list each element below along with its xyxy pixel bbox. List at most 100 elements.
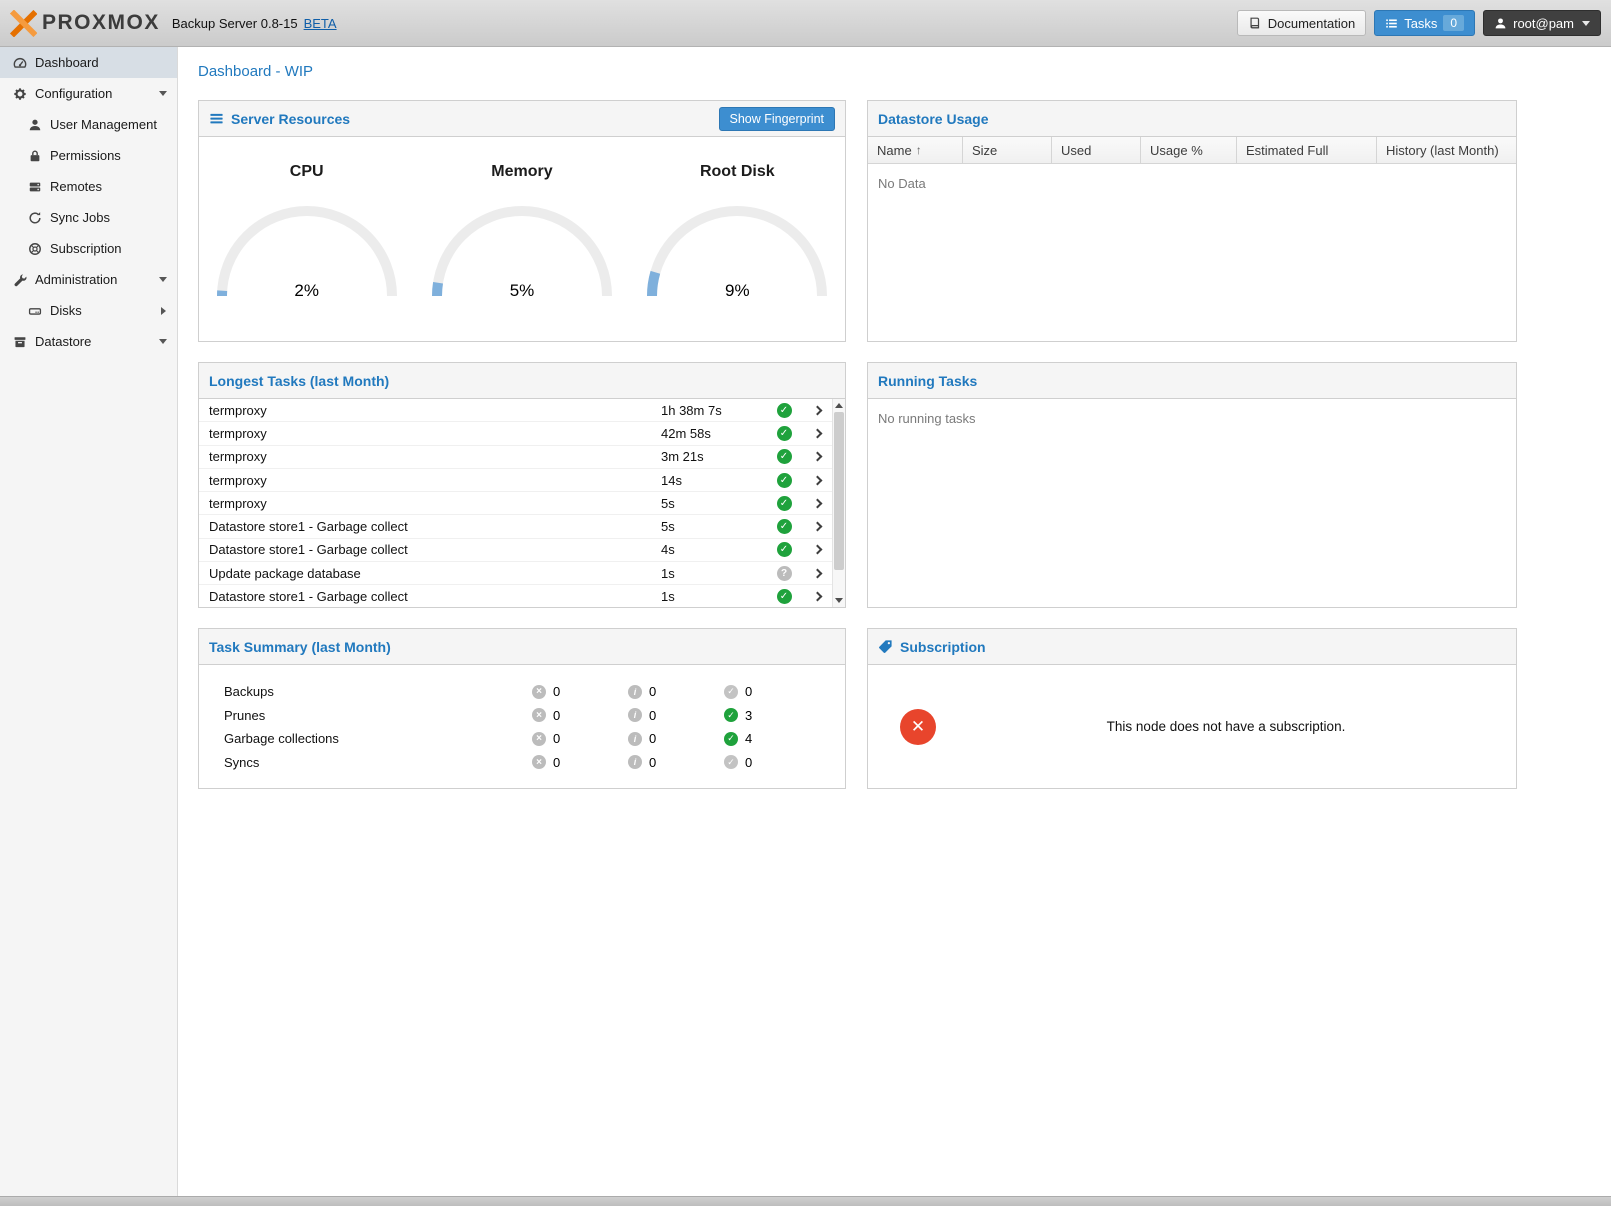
main-content: Dashboard - WIP Server Resources Show Fi… (178, 47, 1611, 1196)
task-name: Datastore store1 - Garbage collect (199, 519, 661, 534)
column-header-name[interactable]: Name ↑ (868, 137, 963, 163)
column-header-history[interactable]: History (last Month) (1377, 137, 1516, 163)
ok-count: 0 (745, 755, 752, 770)
task-name: termproxy (199, 426, 661, 441)
task-row[interactable]: termproxy1h 38m 7s✓ (199, 399, 832, 422)
no-running-tasks-text: No running tasks (868, 399, 1516, 438)
sidebar-item-label: User Management (50, 117, 157, 132)
chevron-right-icon[interactable] (802, 523, 832, 530)
summary-label: Backups (199, 684, 532, 699)
user-menu-button[interactable]: root@pam (1483, 10, 1601, 36)
chevron-right-icon[interactable] (802, 570, 832, 577)
task-name: termproxy (199, 449, 661, 464)
show-fingerprint-button[interactable]: Show Fingerprint (719, 107, 836, 131)
chevron-right-icon (161, 307, 166, 315)
column-header-used[interactable]: Used (1052, 137, 1141, 163)
chevron-down-icon (1582, 21, 1590, 26)
task-duration: 3m 21s (661, 449, 766, 464)
product-version: Backup Server 0.8-15 (172, 16, 298, 31)
ok-count: 0 (745, 684, 752, 699)
chevron-right-icon[interactable] (802, 593, 832, 600)
scroll-down-button[interactable] (833, 594, 845, 607)
warning-icon: i (628, 732, 642, 746)
sidebar-item-configuration[interactable]: Configuration (0, 78, 177, 109)
task-duration: 4s (661, 542, 766, 557)
brand-text: PROXMOX (42, 11, 160, 35)
book-icon (1248, 16, 1262, 30)
panel-title: Server Resources (231, 111, 350, 127)
sidebar-item-permissions[interactable]: Permissions (0, 140, 177, 171)
sidebar-item-label: Remotes (50, 179, 102, 194)
sidebar-item-remotes[interactable]: Remotes (0, 171, 177, 202)
refresh-icon (27, 210, 43, 226)
sidebar-item-dashboard[interactable]: Dashboard (0, 47, 177, 78)
task-duration: 1s (661, 566, 766, 581)
gear-icon (12, 86, 28, 102)
tasks-label: Tasks (1404, 16, 1437, 31)
panel-title: Longest Tasks (last Month) (209, 373, 389, 389)
task-row[interactable]: termproxy3m 21s✓ (199, 446, 832, 469)
task-row[interactable]: Datastore store1 - Garbage collect4s✓ (199, 539, 832, 562)
chevron-right-icon[interactable] (802, 453, 832, 460)
task-row[interactable]: Datastore store1 - Garbage collect1s✓ (199, 585, 832, 607)
ok-icon: ✓ (724, 732, 738, 746)
sidebar-item-datastore[interactable]: Datastore (0, 326, 177, 357)
chevron-right-icon[interactable] (802, 407, 832, 414)
chevron-right-icon[interactable] (802, 477, 832, 484)
task-row[interactable]: Datastore store1 - Garbage collect5s✓ (199, 515, 832, 538)
gauge-root-disk: Root Disk9% (644, 163, 830, 301)
task-row[interactable]: termproxy5s✓ (199, 492, 832, 515)
chevron-right-icon[interactable] (802, 546, 832, 553)
panel-title: Running Tasks (878, 373, 977, 389)
column-header-size[interactable]: Size (963, 137, 1052, 163)
window-bottom-edge (0, 1196, 1611, 1206)
documentation-button[interactable]: Documentation (1237, 10, 1366, 36)
ok-count: 3 (745, 708, 752, 723)
sidebar-item-sync-jobs[interactable]: Sync Jobs (0, 202, 177, 233)
user-icon (27, 117, 43, 133)
task-duration: 14s (661, 473, 766, 488)
sidebar-item-user-management[interactable]: User Management (0, 109, 177, 140)
wrench-icon (12, 272, 28, 288)
sidebar-item-administration[interactable]: Administration (0, 264, 177, 295)
task-name: Datastore store1 - Garbage collect (199, 542, 661, 557)
sidebar-item-subscription[interactable]: Subscription (0, 233, 177, 264)
task-duration: 1s (661, 589, 766, 604)
task-row[interactable]: Update package database1s? (199, 562, 832, 585)
scrollbar[interactable] (832, 399, 845, 607)
scroll-up-button[interactable] (833, 399, 845, 412)
ok-count: 4 (745, 731, 752, 746)
tasks-button[interactable]: Tasks 0 (1374, 10, 1475, 36)
summary-label: Garbage collections (199, 731, 532, 746)
task-duration: 1h 38m 7s (661, 403, 766, 418)
sidebar: Dashboard Configuration User Management … (0, 47, 178, 1196)
task-name: Update package database (199, 566, 661, 581)
chevron-right-icon[interactable] (802, 430, 832, 437)
sidebar-item-label: Disks (50, 303, 82, 318)
running-tasks-panel: Running Tasks No running tasks (867, 362, 1517, 608)
column-header-usage-percent[interactable]: Usage % (1141, 137, 1237, 163)
dashboard-icon (12, 55, 28, 71)
chevron-right-icon[interactable] (802, 500, 832, 507)
summary-label: Prunes (199, 708, 532, 723)
task-summary-panel: Task Summary (last Month) Backups×0i0✓0P… (198, 628, 846, 789)
sidebar-item-label: Subscription (50, 241, 122, 256)
task-name: termproxy (199, 403, 661, 418)
beta-link[interactable]: BETA (304, 16, 337, 31)
error-count: 0 (553, 731, 560, 746)
summary-row: Garbage collections×0i0✓4 (199, 727, 845, 751)
warning-icon: i (628, 755, 642, 769)
gauge-cpu: CPU2% (214, 163, 400, 301)
task-row[interactable]: termproxy42m 58s✓ (199, 422, 832, 445)
task-row[interactable]: termproxy14s✓ (199, 469, 832, 492)
error-icon: × (532, 755, 546, 769)
error-icon: × (532, 708, 546, 722)
sidebar-item-label: Datastore (35, 334, 91, 349)
scrollbar-thumb[interactable] (834, 412, 844, 570)
sidebar-item-disks[interactable]: Disks (0, 295, 177, 326)
ok-status-icon: ✓ (777, 496, 792, 511)
ticket-icon (878, 639, 893, 654)
sidebar-item-label: Dashboard (35, 55, 99, 70)
column-header-estimated-full[interactable]: Estimated Full (1237, 137, 1377, 163)
warning-count: 0 (649, 708, 656, 723)
